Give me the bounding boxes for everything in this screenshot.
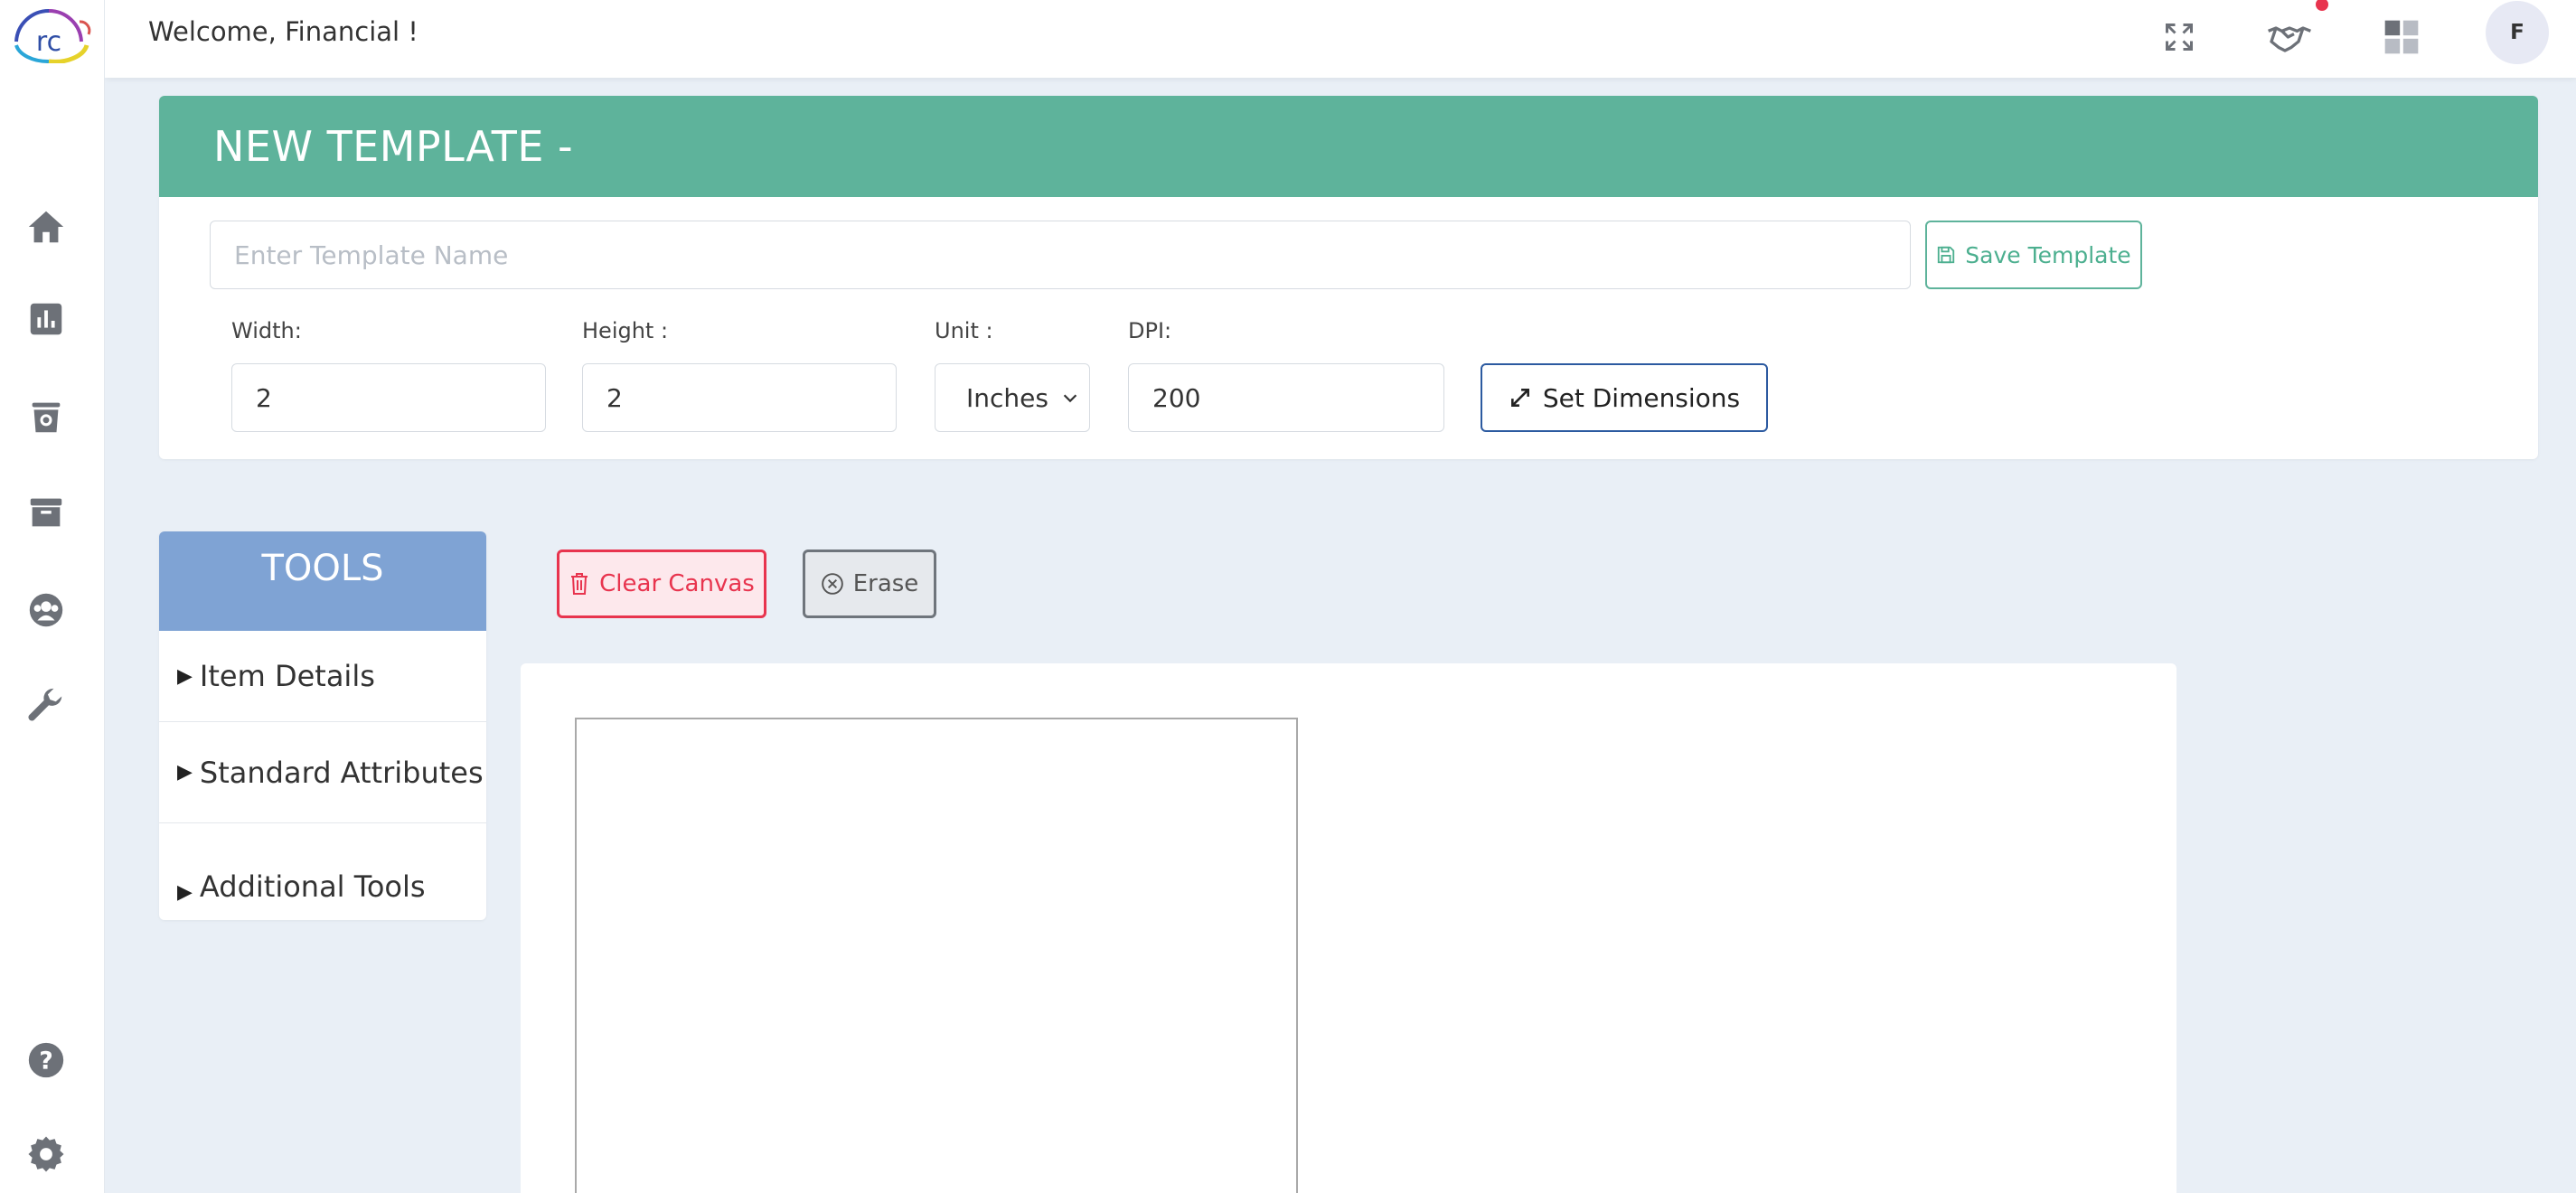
- width-input[interactable]: [231, 363, 546, 432]
- height-input[interactable]: [582, 363, 897, 432]
- clear-canvas-label: Clear Canvas: [599, 570, 755, 597]
- trash-icon: [571, 573, 588, 595]
- drawing-canvas[interactable]: [575, 718, 1298, 1193]
- template-header: NEW TEMPLATE -: [159, 96, 2538, 197]
- chevron-down-icon: [1063, 394, 1077, 403]
- template-card: NEW TEMPLATE - Save Template Width: Heig…: [159, 96, 2538, 459]
- erase-label: Erase: [852, 570, 919, 597]
- erase-button[interactable]: Erase: [803, 550, 936, 618]
- caret-right-icon: ▶: [177, 761, 193, 784]
- tool-item-label: Standard Attributes: [199, 755, 484, 790]
- app-logo[interactable]: rc: [4, 4, 94, 64]
- unit-select[interactable]: Inches: [935, 363, 1090, 432]
- template-title: NEW TEMPLATE -: [213, 122, 574, 171]
- tool-item-label: Additional Tools: [199, 869, 426, 904]
- clear-canvas-button[interactable]: Clear Canvas: [557, 550, 766, 618]
- notification-dot: [2316, 0, 2328, 11]
- top-header: Welcome, Financial ! F: [105, 0, 2576, 78]
- users-icon[interactable]: [24, 587, 69, 633]
- home-icon[interactable]: [24, 204, 69, 249]
- set-dimensions-button[interactable]: Set Dimensions: [1481, 363, 1768, 432]
- bin-icon[interactable]: [24, 394, 69, 439]
- template-name-input[interactable]: [210, 221, 1911, 289]
- canvas-panel: [521, 663, 2176, 1193]
- archive-icon[interactable]: [24, 490, 69, 535]
- save-template-label: Save Template: [1965, 241, 2131, 268]
- expand-arrows-icon: [1510, 389, 1529, 407]
- height-label: Height :: [582, 318, 669, 343]
- wrench-icon[interactable]: [24, 683, 69, 728]
- avatar[interactable]: F: [2486, 1, 2549, 64]
- dpi-input[interactable]: [1128, 363, 1444, 432]
- save-icon: [1938, 246, 1955, 264]
- fullscreen-icon[interactable]: [2155, 13, 2204, 61]
- settings-gear-icon[interactable]: [24, 1132, 69, 1177]
- dpi-label: DPI:: [1128, 318, 1172, 343]
- close-circle-icon: [821, 573, 843, 595]
- tools-panel: TOOLS ▶ Item Details ▶ Standard Attribut…: [159, 531, 486, 920]
- unit-select-value: Inches: [966, 382, 1048, 413]
- tool-item-details[interactable]: ▶ Item Details: [159, 631, 486, 721]
- tools-title: TOOLS: [159, 531, 486, 631]
- apps-grid-icon[interactable]: [2377, 13, 2426, 61]
- width-label: Width:: [231, 318, 302, 343]
- save-template-button[interactable]: Save Template: [1925, 221, 2142, 289]
- sidebar: rc ?: [0, 0, 105, 1193]
- svg-text:?: ?: [39, 1047, 53, 1076]
- set-dimensions-label: Set Dimensions: [1542, 382, 1741, 413]
- handshake-icon[interactable]: [2265, 13, 2314, 61]
- reports-icon[interactable]: [24, 296, 69, 342]
- welcome-text: Welcome, Financial !: [148, 16, 418, 47]
- unit-label: Unit :: [935, 318, 993, 343]
- help-icon[interactable]: ?: [24, 1038, 69, 1083]
- caret-right-icon: ▶: [177, 881, 193, 904]
- tool-standard-attributes[interactable]: ▶ Standard Attributes: [159, 721, 486, 822]
- tool-item-label: Item Details: [199, 659, 375, 693]
- logo-text: rc: [36, 26, 61, 58]
- tool-additional-tools[interactable]: ▶ Additional Tools: [159, 822, 486, 920]
- caret-right-icon: ▶: [177, 664, 193, 688]
